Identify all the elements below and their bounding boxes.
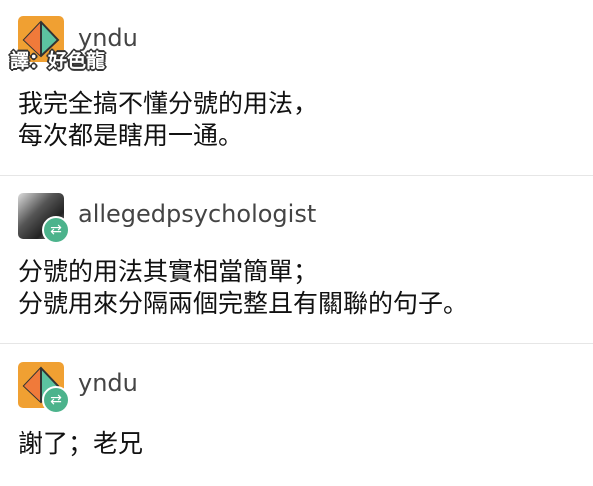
divider (0, 175, 593, 176)
text-line: 我完全搞不懂分號的用法， (18, 89, 319, 118)
translator-watermark: 譯：好色龍 (10, 50, 106, 72)
username[interactable]: yndu (78, 369, 138, 397)
conversation-thread: yndu 譯：好色龍 我完全搞不懂分號的用法， 每次都是瞎用一通。 ⇄ alle… (0, 0, 593, 486)
post-text: 謝了；老兄 (18, 428, 143, 460)
reblog-icon: ⇄ (42, 216, 70, 244)
text-line: 每次都是瞎用一通。 (18, 121, 244, 150)
reblog-icon: ⇄ (42, 386, 70, 414)
text-line: 分號的用法其實相當簡單； (18, 257, 319, 286)
post-text: 我完全搞不懂分號的用法， 每次都是瞎用一通。 (18, 88, 318, 152)
text-line: 謝了；老兄 (18, 429, 144, 458)
post-text: 分號的用法其實相當簡單； 分號用來分隔兩個完整且有關聯的句子。 (18, 256, 468, 320)
username[interactable]: allegedpsychologist (78, 200, 316, 228)
text-line: 分號用來分隔兩個完整且有關聯的句子。 (18, 289, 469, 318)
divider (0, 343, 593, 344)
